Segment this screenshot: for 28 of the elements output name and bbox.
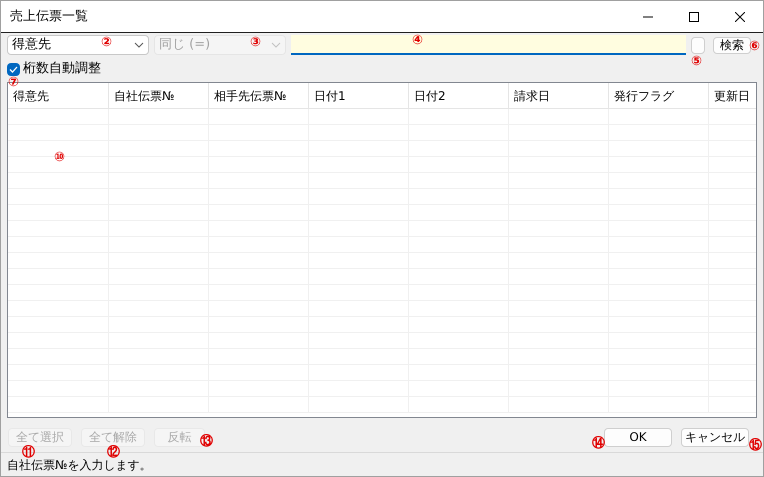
chevron-down-icon (271, 42, 281, 48)
window-title: 売上伝票一覧 (10, 8, 88, 26)
column-header[interactable]: 自社伝票№ (109, 83, 209, 108)
annotation-number: ⑥ (749, 40, 760, 54)
search-field[interactable] (291, 35, 686, 55)
annotation-number: ③ (250, 36, 262, 50)
column-header[interactable]: 日付1 (309, 83, 409, 108)
annotation-number: ④ (412, 34, 424, 48)
column-header[interactable]: 発行フラグ (609, 83, 709, 108)
annotation-number: ② (101, 36, 112, 50)
checkbox[interactable] (7, 62, 20, 76)
status-text: 自社伝票№を入力します。 (7, 458, 152, 474)
annotation-number: ⑪ (22, 446, 35, 460)
column-header[interactable]: 更新日 (709, 83, 756, 108)
checkmark-icon (9, 66, 18, 72)
button[interactable]: OK (604, 428, 672, 446)
chevron-down-icon (134, 42, 144, 48)
annotation-number: ⑮ (749, 439, 762, 453)
column-header[interactable]: 日付2 (409, 83, 509, 108)
checkbox-label: 桁数自動調整 (23, 60, 101, 78)
button[interactable]: キャンセル (681, 428, 749, 446)
search-button[interactable]: 検索 (713, 36, 751, 54)
column-header[interactable]: 相手先伝票№ (209, 83, 309, 108)
column-header[interactable]: 請求日 (509, 83, 609, 108)
annotation-number: ⑭ (592, 437, 605, 451)
annotation-number: ⑩ (54, 151, 66, 165)
annotation-number: ⑤ (691, 55, 702, 69)
annotation-number: ⑫ (107, 446, 120, 460)
